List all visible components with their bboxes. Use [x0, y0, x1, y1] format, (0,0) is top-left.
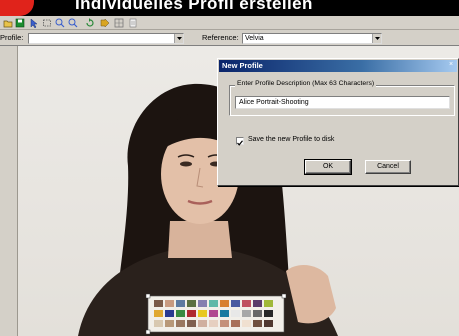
forward-icon[interactable] [99, 17, 110, 28]
checkmark-icon [237, 140, 243, 146]
undo-icon[interactable] [127, 17, 138, 28]
chevron-down-icon[interactable] [372, 34, 381, 43]
save-checkbox[interactable] [236, 137, 244, 146]
reference-select[interactable]: Velvia [242, 33, 382, 44]
select-rect-icon[interactable] [41, 17, 52, 28]
profile-label: Profile: [0, 33, 24, 42]
save-checkbox-label: Save the new Profile to disk [248, 136, 335, 143]
reference-label: Reference: [202, 33, 239, 42]
save-icon[interactable] [14, 17, 25, 28]
rotate-icon[interactable] [84, 17, 95, 28]
group-label: Enter Profile Description (Max 63 Charac… [235, 80, 377, 87]
red-badge [0, 0, 34, 16]
dialog-title: New Profile [222, 61, 263, 70]
cancel-button[interactable]: Cancel [365, 160, 411, 174]
dialog-titlebar[interactable]: New Profile [219, 60, 457, 72]
zoom-in-icon[interactable] [54, 17, 65, 28]
reference-select-value: Velvia [245, 35, 264, 42]
header-title: Individuelles Profil erstellen [75, 0, 313, 13]
left-panel [0, 46, 18, 336]
ok-button[interactable]: OK [304, 159, 352, 175]
color-checker-patches [154, 300, 273, 327]
description-input[interactable]: Alice Portrait-Shooting [235, 96, 450, 109]
profile-select[interactable] [28, 33, 184, 44]
grid-icon[interactable] [113, 17, 124, 28]
close-icon[interactable]: × [447, 61, 455, 69]
chevron-down-icon[interactable] [174, 34, 183, 43]
profile-bar: Profile: Reference: Velvia [0, 30, 459, 46]
open-icon[interactable] [2, 17, 13, 28]
zoom-out-icon[interactable] [67, 17, 78, 28]
toolbar [0, 16, 459, 30]
pointer-icon[interactable] [28, 17, 39, 28]
new-profile-dialog: New Profile × Enter Profile Description … [217, 58, 459, 186]
magazine-header: Individuelles Profil erstellen [0, 0, 459, 16]
